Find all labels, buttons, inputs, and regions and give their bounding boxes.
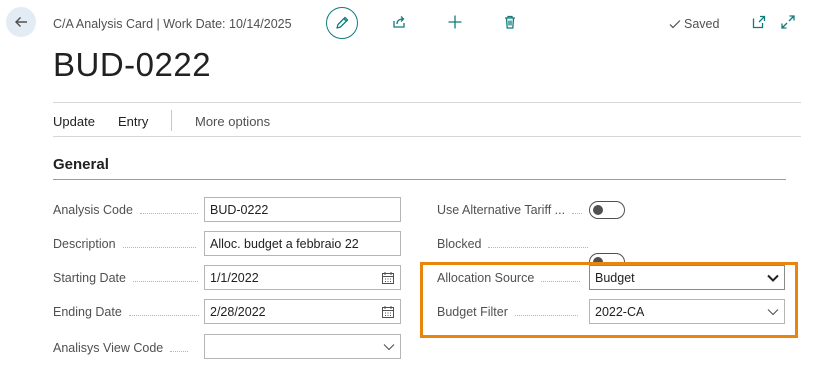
action-separator (171, 110, 172, 131)
saved-status: Saved (668, 17, 719, 31)
ending-date-field[interactable]: 2/28/2022 (204, 299, 401, 324)
more-options-action[interactable]: More options (195, 114, 270, 129)
back-button[interactable] (6, 7, 36, 37)
section-title-general[interactable]: General (53, 156, 109, 173)
starting-date-label: Starting Date (53, 271, 198, 285)
analysis-view-code-label: Analisys View Code (53, 341, 189, 355)
back-arrow-icon (13, 14, 29, 30)
use-alt-tariff-toggle[interactable] (589, 201, 625, 219)
use-alt-tariff-label: Use Alternative Tariff ... (437, 203, 583, 217)
analysis-code-label: Analysis Code (53, 203, 198, 217)
description-field[interactable]: Alloc. budget a febbraio 22 (204, 231, 401, 256)
entry-action[interactable]: Entry (118, 114, 148, 129)
analysis-code-field[interactable]: BUD-0222 (204, 197, 401, 222)
breadcrumb: C/A Analysis Card | Work Date: 10/14/202… (53, 17, 292, 31)
section-divider (53, 179, 786, 180)
description-label: Description (53, 237, 196, 251)
edit-button[interactable] (326, 7, 358, 39)
blocked-label: Blocked (437, 237, 589, 251)
page-title: BUD-0222 (53, 46, 212, 83)
checkmark-icon (668, 17, 682, 31)
open-new-window-icon[interactable] (749, 12, 769, 32)
toggle-knob (593, 204, 603, 215)
delete-icon[interactable] (500, 12, 520, 32)
ending-date-label: Ending Date (53, 305, 199, 319)
action-bar-bottom-divider (53, 136, 801, 137)
action-bar-top-divider (53, 102, 801, 103)
calendar-icon[interactable] (381, 305, 395, 319)
update-action[interactable]: Update (53, 114, 95, 129)
plus-icon[interactable] (445, 12, 465, 32)
edit-pencil-icon (334, 15, 350, 31)
expand-icon[interactable] (778, 12, 798, 32)
saved-label: Saved (684, 17, 720, 31)
calendar-icon[interactable] (381, 271, 395, 285)
highlight-box (420, 262, 798, 338)
analysis-view-code-dropdown[interactable] (204, 334, 401, 359)
starting-date-field[interactable]: 1/1/2022 (204, 265, 401, 290)
share-icon[interactable] (389, 12, 409, 32)
chevron-down-icon (383, 343, 395, 351)
